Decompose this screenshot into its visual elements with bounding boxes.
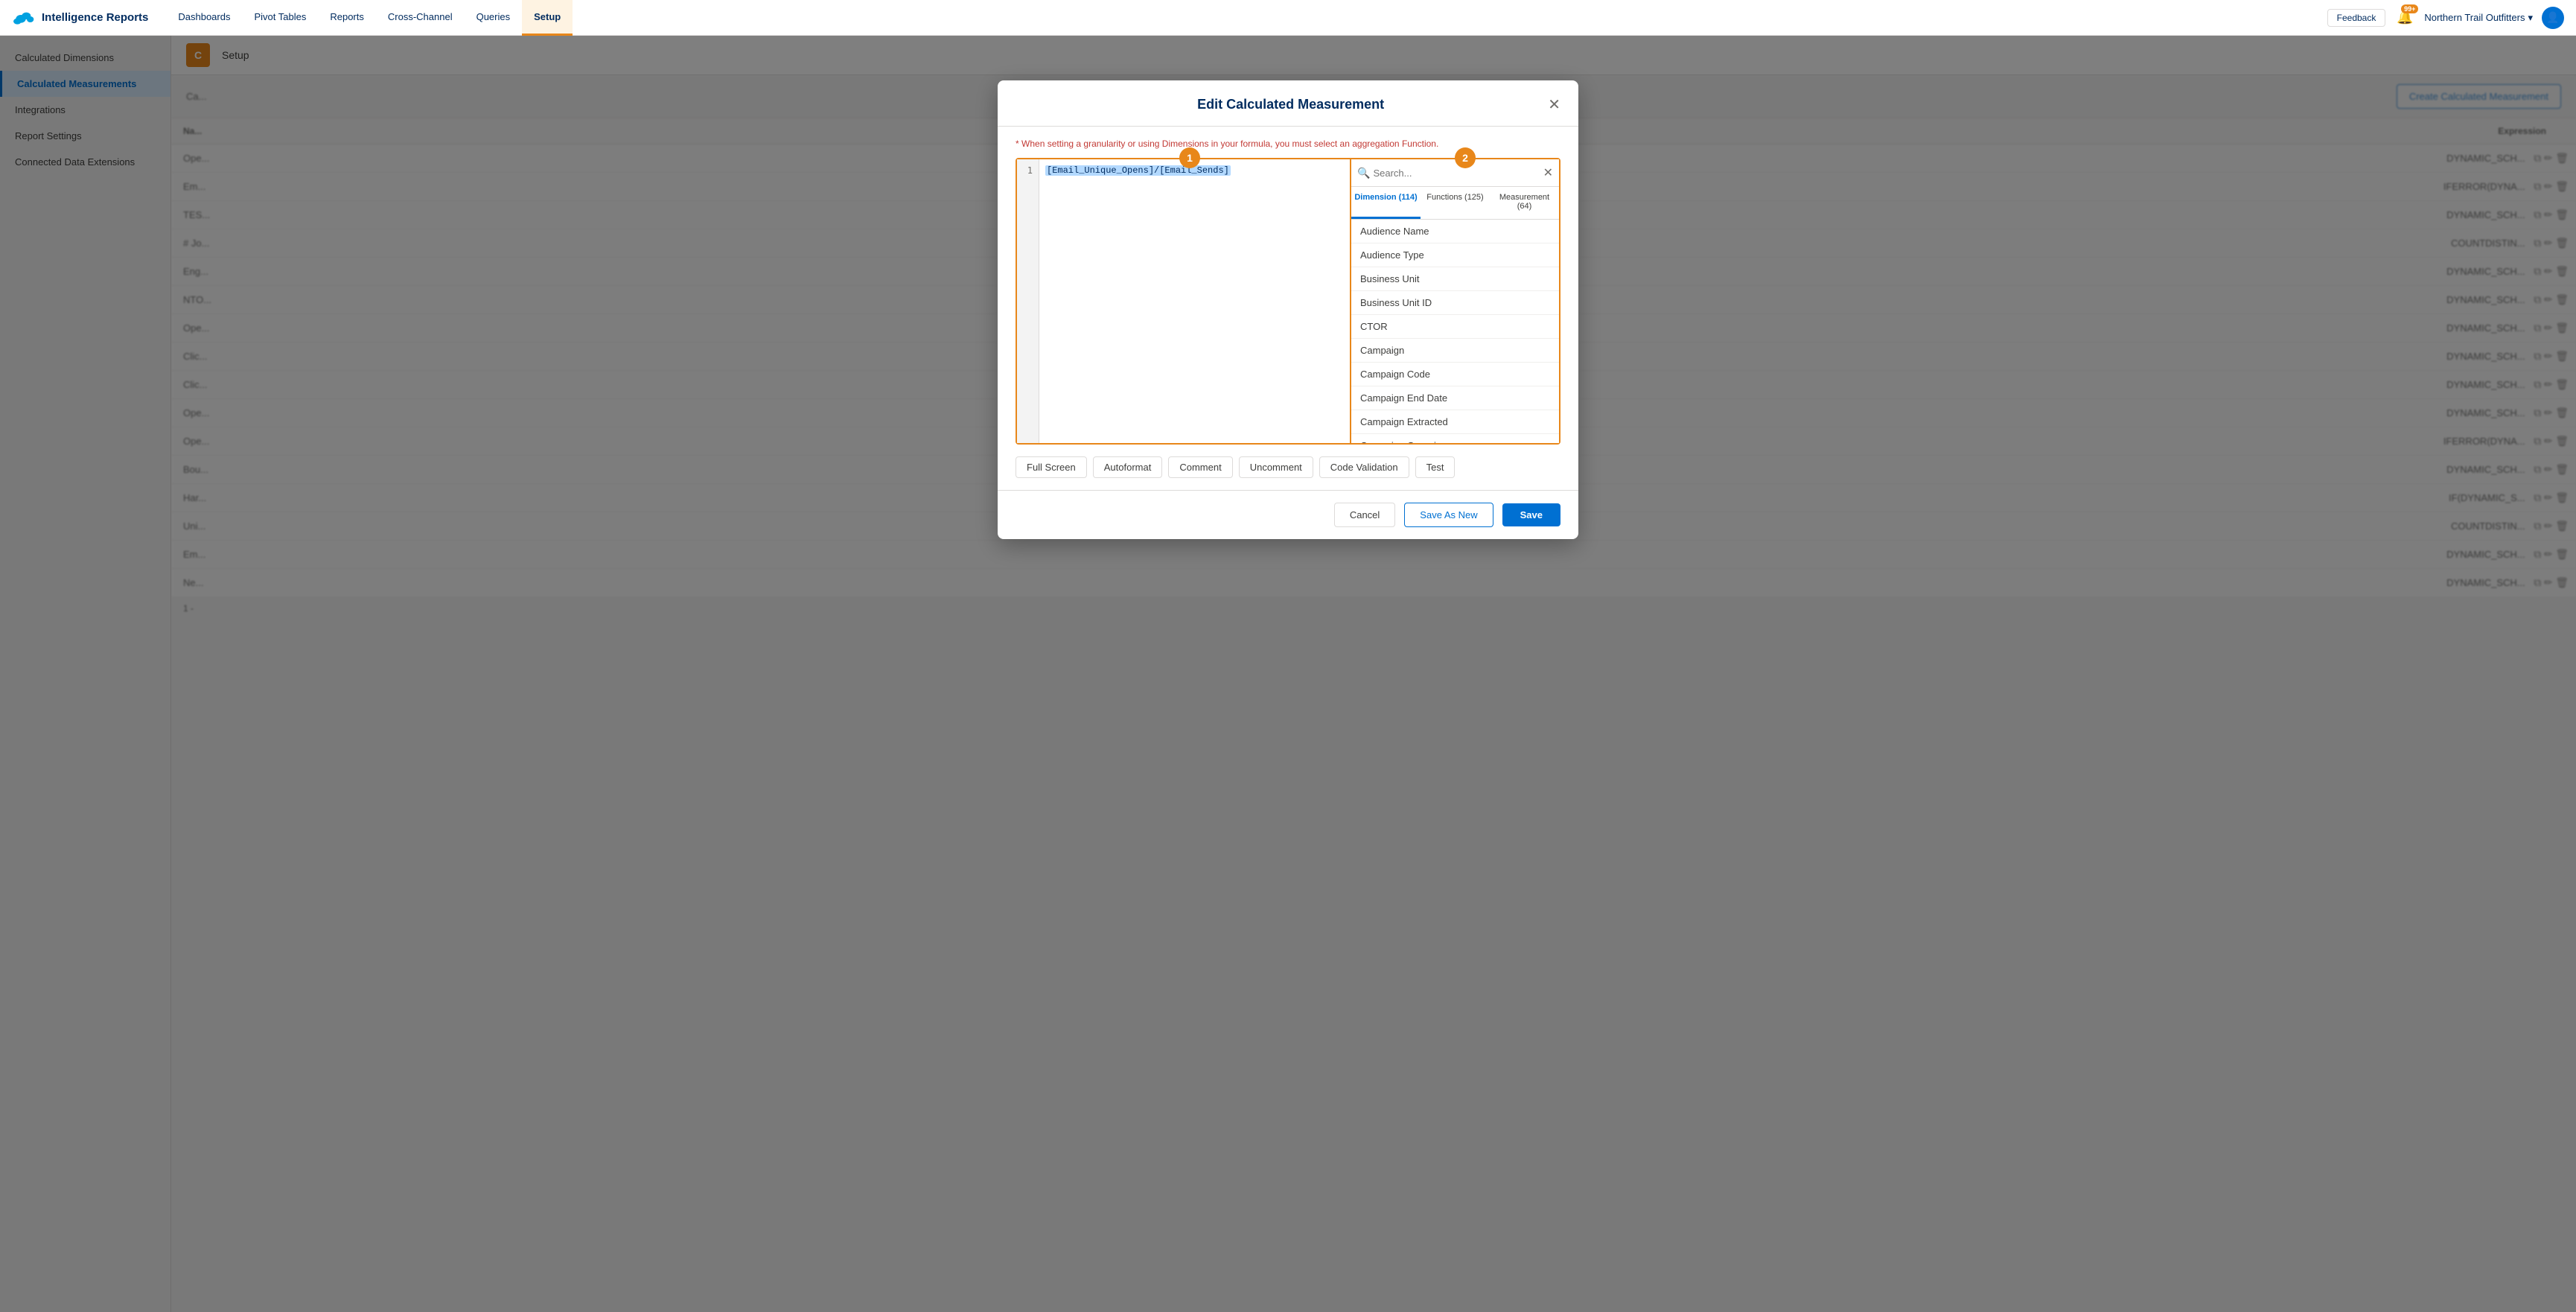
search-list: Audience NameAudience TypeBusiness UnitB… [1351,220,1559,443]
nav-cross-channel[interactable]: Cross-Channel [376,0,465,36]
app-logo: Intelligence Reports [12,6,148,30]
notification-count: 99+ [2401,4,2418,13]
main-layout: Calculated Dimensions Calculated Measure… [0,36,2576,1312]
nav-links: Dashboards Pivot Tables Reports Cross-Ch… [166,0,2327,36]
tab-dimension[interactable]: Dimension (114) [1351,187,1421,219]
code-content[interactable]: [Email_Unique_Opens]/[Email_Sends] [1045,165,1231,176]
search-input[interactable] [1373,168,1540,179]
modal-header: Edit Calculated Measurement ✕ [998,80,1578,127]
code-validation-button[interactable]: Code Validation [1319,456,1409,478]
nav-reports[interactable]: Reports [318,0,376,36]
search-list-item[interactable]: Campaign Code [1351,363,1559,386]
step-1-indicator: 1 [1179,147,1200,168]
search-list-item[interactable]: Campaign Grouping [1351,434,1559,443]
full-screen-button[interactable]: Full Screen [1016,456,1087,478]
cancel-button[interactable]: Cancel [1334,503,1395,527]
uncomment-button[interactable]: Uncomment [1239,456,1313,478]
nav-dashboards[interactable]: Dashboards [166,0,242,36]
search-list-item[interactable]: Campaign [1351,339,1559,363]
modal-title: Edit Calculated Measurement [1033,97,1548,112]
salesforce-logo-icon [12,6,36,30]
search-list-item[interactable]: Audience Name [1351,220,1559,243]
editor-toolbar: Full Screen Autoformat Comment Uncomment… [1016,456,1560,478]
app-name: Intelligence Reports [42,11,148,24]
search-pane-header: 🔍 ✕ [1351,159,1559,187]
modal-close-button[interactable]: ✕ [1548,95,1560,114]
avatar[interactable]: 👤 [2542,7,2564,29]
tab-measurement[interactable]: Measurement (64) [1490,187,1559,219]
search-list-item[interactable]: Campaign End Date [1351,386,1559,410]
editor-layout: 1 [Email_Unique_Opens]/[Email_Sends] [1016,158,1560,445]
search-list-item[interactable]: Audience Type [1351,243,1559,267]
modal-footer: Cancel Save As New Save [998,490,1578,539]
search-list-item[interactable]: Campaign Extracted [1351,410,1559,434]
nav-setup[interactable]: Setup [522,0,573,36]
modal-overlay: Edit Calculated Measurement ✕ * When set… [171,36,2576,1312]
line-numbers: 1 [1017,159,1039,443]
modal-warning: * When setting a granularity or using Di… [1016,138,1560,149]
edit-modal: Edit Calculated Measurement ✕ * When set… [998,80,1578,539]
top-nav: Intelligence Reports Dashboards Pivot Ta… [0,0,2576,36]
search-pane: 🔍 ✕ Dimension (114) Functions (125) Meas… [1351,159,1559,443]
content-area: C Setup Ca... Create Calculated Measurem… [171,36,2576,1312]
top-nav-right: Feedback 🔔 99+ Northern Trail Outfitters… [2327,7,2564,29]
save-button[interactable]: Save [1502,503,1560,526]
search-list-item[interactable]: Business Unit [1351,267,1559,291]
code-editor-pane[interactable]: 1 [Email_Unique_Opens]/[Email_Sends] [1017,159,1351,443]
search-tabs: Dimension (114) Functions (125) Measurem… [1351,187,1559,220]
tab-functions[interactable]: Functions (125) [1421,187,1490,219]
nav-pivot-tables[interactable]: Pivot Tables [242,0,318,36]
warning-text: When setting a granularity or using Dime… [1021,138,1438,149]
notification-badge[interactable]: 🔔 99+ [2394,7,2415,28]
search-list-item[interactable]: Business Unit ID [1351,291,1559,315]
search-close-button[interactable]: ✕ [1543,165,1553,180]
save-as-new-button[interactable]: Save As New [1404,503,1493,527]
nav-queries[interactable]: Queries [465,0,523,36]
feedback-button[interactable]: Feedback [2327,9,2386,27]
search-icon: 🔍 [1357,167,1370,179]
modal-body: * When setting a granularity or using Di… [998,127,1578,490]
org-name[interactable]: Northern Trail Outfitters ▾ [2424,12,2533,24]
step-2-indicator: 2 [1455,147,1476,168]
warning-asterisk: * [1016,138,1021,149]
code-editor[interactable]: [Email_Unique_Opens]/[Email_Sends] [1039,159,1342,443]
autoformat-button[interactable]: Autoformat [1093,456,1163,478]
test-button[interactable]: Test [1415,456,1456,478]
chevron-down-icon: ▾ [2528,12,2533,24]
search-list-item[interactable]: CTOR [1351,315,1559,339]
comment-button[interactable]: Comment [1168,456,1232,478]
